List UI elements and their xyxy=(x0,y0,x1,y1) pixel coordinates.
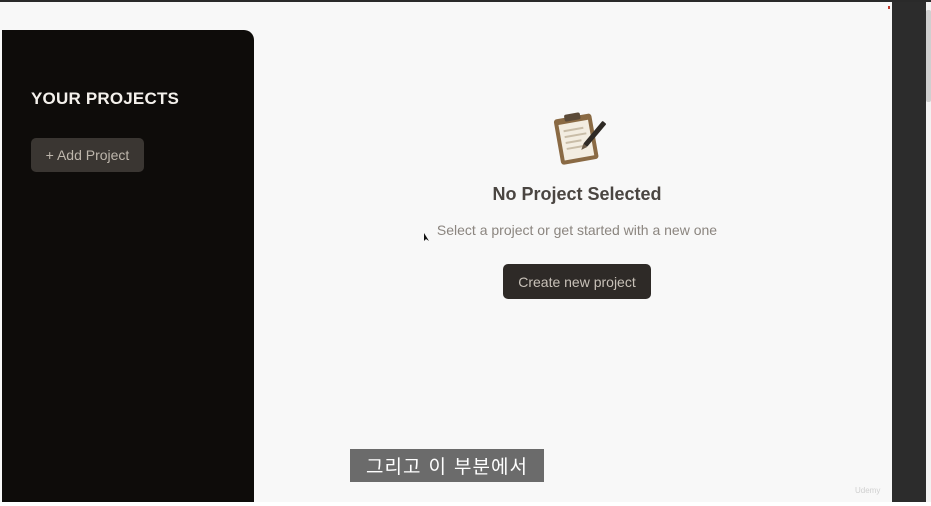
side-panel-strip xyxy=(892,2,926,502)
clipboard-pen-icon xyxy=(547,108,607,168)
sidebar-title: YOUR PROJECTS xyxy=(31,89,180,108)
add-project-button[interactable]: + Add Project xyxy=(31,138,144,172)
indicator-dot xyxy=(888,6,890,9)
udemy-watermark: Udemy xyxy=(855,486,881,495)
create-project-button[interactable]: Create new project xyxy=(503,264,651,299)
scrollbar-thumb[interactable] xyxy=(926,10,931,102)
empty-state-subtitle: Select a project or get started with a n… xyxy=(436,222,718,238)
empty-state-title: No Project Selected xyxy=(492,184,662,204)
video-caption: 그리고 이 부분에서 xyxy=(350,449,544,482)
no-project-panel: No Project Selected Select a project or … xyxy=(262,108,892,299)
bottom-border xyxy=(0,502,931,506)
projects-sidebar: YOUR PROJECTS + Add Project xyxy=(2,30,254,502)
